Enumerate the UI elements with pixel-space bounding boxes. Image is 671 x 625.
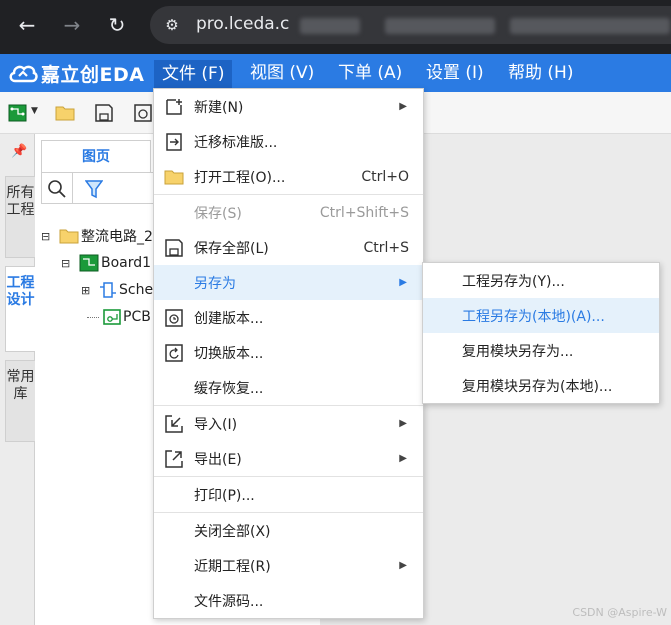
tree-row[interactable]: ⊞ Sche <box>81 279 153 301</box>
collapse-icon[interactable]: ⊟ <box>41 230 53 243</box>
menu-item-close-all[interactable]: 关闭全部(X) <box>154 513 423 548</box>
submenu-item-project-save-as[interactable]: 工程另存为(Y)... <box>423 263 659 298</box>
export-icon <box>165 449 183 468</box>
folder-icon <box>164 170 184 184</box>
back-arrow-icon[interactable]: ← <box>11 9 43 41</box>
address-bar[interactable]: ⚙ pro.lceda.c <box>150 6 671 44</box>
blurred-url-segment <box>510 18 670 34</box>
migrate-icon <box>166 132 182 151</box>
logo-text: 嘉立创EDA <box>41 63 145 86</box>
menu-item-migrate[interactable]: 迁移标准版... <box>154 124 423 159</box>
save-icon[interactable] <box>94 103 114 123</box>
switch-version-icon <box>165 343 183 362</box>
submenu-item-module-save-as[interactable]: 复用模块另存为... <box>423 333 659 368</box>
submenu-arrow-icon: ▶ <box>399 418 407 429</box>
dropdown-caret-icon[interactable]: ▼ <box>31 106 38 116</box>
tree-connector <box>87 316 99 318</box>
tree-label: 整流电路_2 <box>81 229 153 245</box>
filter-icon[interactable] <box>85 179 103 199</box>
watermark: CSDN @Aspire-W <box>572 606 667 619</box>
menu-view[interactable]: 视图 (V) <box>242 54 322 92</box>
menu-item-create-version[interactable]: 创建版本... <box>154 300 423 335</box>
site-info-icon[interactable]: ⚙ <box>162 15 182 35</box>
menu-item-export[interactable]: 导出(E) ▶ <box>154 441 423 476</box>
pcb-icon <box>103 309 121 325</box>
menu-file[interactable]: 文件 (F) <box>154 60 233 88</box>
app-logo: 嘉立创EDA <box>8 60 144 86</box>
search-divider <box>72 173 73 203</box>
url-text: pro.lceda.c <box>196 14 290 34</box>
menu-item-save-all[interactable]: 保存全部(L) Ctrl+S <box>154 230 423 265</box>
submenu-arrow-icon: ▶ <box>399 277 407 288</box>
new-file-icon <box>166 98 182 115</box>
menu-settings[interactable]: 设置 (I) <box>418 54 492 92</box>
menu-item-import[interactable]: 导入(I) ▶ <box>154 406 423 441</box>
import-icon <box>165 414 183 433</box>
menu-item-recent-projects[interactable]: 近期工程(R) ▶ <box>154 548 423 583</box>
menu-item-new[interactable]: 新建(N) ▶ <box>154 89 423 124</box>
submenu-arrow-icon: ▶ <box>399 560 407 571</box>
cloud-logo-icon <box>9 65 38 83</box>
pin-icon[interactable]: 📌 <box>11 144 27 159</box>
collapse-icon[interactable]: ⊟ <box>61 257 73 270</box>
submenu-arrow-icon: ▶ <box>399 453 407 464</box>
tab-project-design[interactable]: 工程设计 <box>5 266 35 352</box>
menu-order[interactable]: 下单 (A) <box>330 54 410 92</box>
folder-icon <box>59 229 79 244</box>
open-folder-icon[interactable] <box>55 103 75 123</box>
tree-row[interactable]: ⊟ Board1 <box>61 252 151 274</box>
menu-item-file-source[interactable]: 文件源码... <box>154 583 423 618</box>
menu-item-print[interactable]: 打印(P)... <box>154 477 423 512</box>
submenu-item-module-save-as-local[interactable]: 复用模块另存为(本地)... <box>423 368 659 403</box>
save-icon <box>165 238 183 257</box>
board-icon <box>79 254 99 272</box>
submenu-item-project-save-as-local[interactable]: 工程另存为(本地)(A)... <box>423 298 659 333</box>
file-menu-dropdown: 新建(N) ▶ 迁移标准版... 打开工程(O)... Ctrl+O 保存(S)… <box>153 88 424 619</box>
forward-arrow-icon[interactable]: → <box>56 9 88 41</box>
schematic-icon <box>100 282 116 298</box>
new-board-icon[interactable] <box>8 103 28 123</box>
browser-chrome: ← → ↻ ⚙ pro.lceda.c <box>0 0 671 54</box>
blurred-url-segment <box>385 18 495 34</box>
menu-item-open-project[interactable]: 打开工程(O)... Ctrl+O <box>154 159 423 194</box>
menu-help[interactable]: 帮助 (H) <box>500 54 581 92</box>
submenu-arrow-icon: ▶ <box>399 101 407 112</box>
tree-label: PCB <box>123 309 151 325</box>
menu-item-save[interactable]: 保存(S) Ctrl+Shift+S <box>154 195 423 230</box>
side-tab-strip: 📌 所有工程 工程设计 常用库 <box>0 134 35 625</box>
save-as-submenu: 工程另存为(Y)... 工程另存为(本地)(A)... 复用模块另存为... 复… <box>422 262 660 404</box>
menu-item-save-as[interactable]: 另存为 ▶ <box>154 265 423 300</box>
version-icon[interactable] <box>133 103 153 123</box>
expand-icon[interactable]: ⊞ <box>81 284 93 297</box>
tab-pages[interactable]: 图页 <box>41 140 151 172</box>
tree-row[interactable]: ⊟ 整流电路_2 <box>41 225 153 247</box>
tab-common-library[interactable]: 常用库 <box>5 360 35 442</box>
reload-icon[interactable]: ↻ <box>101 9 133 41</box>
tree-row[interactable]: PCB <box>87 306 151 328</box>
create-version-icon <box>165 308 183 327</box>
menu-item-cache-restore[interactable]: 缓存恢复... <box>154 370 423 405</box>
tab-all-projects[interactable]: 所有工程 <box>5 176 35 258</box>
tree-label: Sche <box>119 282 154 298</box>
blurred-url-segment <box>300 18 360 34</box>
search-icon[interactable] <box>47 179 67 199</box>
menu-item-switch-version[interactable]: 切换版本... <box>154 335 423 370</box>
tree-label: Board1 <box>101 255 152 271</box>
app-menubar: 嘉立创EDA 文件 (F) 视图 (V) 下单 (A) 设置 (I) 帮助 (H… <box>0 54 671 92</box>
